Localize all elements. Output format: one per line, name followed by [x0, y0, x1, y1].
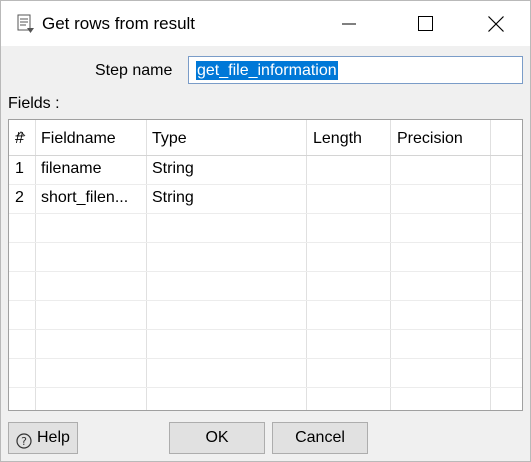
row-number: 2	[15, 189, 24, 206]
minimize-icon	[342, 23, 356, 25]
dialog-window: Get rows from result Step name get_file_…	[0, 0, 531, 462]
step-icon	[17, 14, 35, 34]
column-header-number[interactable]: #	[15, 120, 24, 155]
maximize-icon	[418, 16, 433, 31]
fieldname-cell[interactable]: short_filen...	[41, 183, 143, 212]
close-button[interactable]	[472, 1, 518, 46]
step-name-value: get_file_information	[196, 61, 338, 80]
help-button[interactable]: ? Help	[8, 422, 78, 454]
fields-table[interactable]: # Fieldname Type Length Precision 1 file…	[8, 119, 523, 411]
column-header-type[interactable]: Type	[152, 120, 187, 155]
step-name-input[interactable]: get_file_information	[188, 56, 523, 84]
ok-button[interactable]: OK	[169, 422, 265, 454]
fieldname-cell[interactable]: filename	[41, 154, 143, 183]
column-header-precision[interactable]: Precision	[397, 120, 463, 155]
column-header-fieldname[interactable]: Fieldname	[41, 120, 116, 155]
fields-label: Fields :	[8, 95, 60, 112]
row-number: 1	[15, 160, 24, 177]
close-icon	[488, 16, 504, 32]
help-icon: ?	[16, 430, 32, 460]
cancel-button[interactable]: Cancel	[272, 422, 368, 454]
step-name-label: Step name	[95, 62, 173, 79]
type-cell[interactable]: String	[152, 183, 194, 212]
column-header-length[interactable]: Length	[313, 120, 362, 155]
minimize-button[interactable]	[326, 1, 372, 46]
svg-text:?: ?	[21, 435, 27, 448]
maximize-button[interactable]	[402, 1, 448, 46]
help-button-label: Help	[37, 429, 70, 446]
window-title: Get rows from result	[42, 14, 196, 33]
title-bar[interactable]: Get rows from result	[1, 1, 530, 46]
type-cell[interactable]: String	[152, 154, 194, 183]
